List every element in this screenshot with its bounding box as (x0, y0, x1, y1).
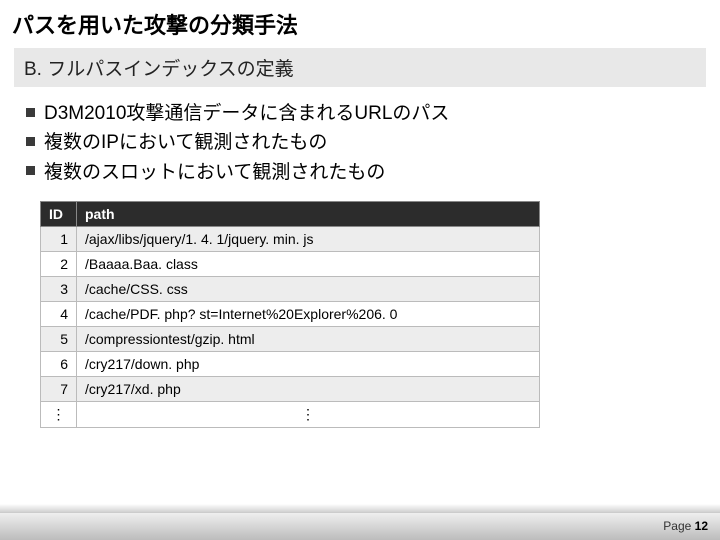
col-header-path: path (77, 202, 540, 227)
cell-path: /cry217/down. php (77, 352, 540, 377)
section-heading-wrap: B. フルパスインデックスの定義 (0, 48, 720, 87)
footer-shadow (0, 504, 720, 512)
cell-path: /ajax/libs/jquery/1. 4. 1/jquery. min. j… (77, 227, 540, 252)
bullet-item: 複数のIPにおいて観測されたもの (26, 128, 700, 157)
table-row-ellipsis: ⋮ ⋮ (41, 402, 540, 428)
cell-id: 7 (41, 377, 77, 402)
footer-bar: Page 12 (0, 512, 720, 540)
bullet-item: 複数のスロットにおいて観測されたもの (26, 158, 700, 187)
table-row: 7 /cry217/xd. php (41, 377, 540, 402)
table-row: 5 /compressiontest/gzip. html (41, 327, 540, 352)
table-row: 4 /cache/PDF. php? st=Internet%20Explore… (41, 302, 540, 327)
slide-title: パスを用いた攻撃の分類手法 (0, 0, 720, 46)
path-table-wrap: ID path 1 /ajax/libs/jquery/1. 4. 1/jque… (40, 201, 540, 428)
bullet-list: D3M2010攻撃通信データに含まれるURLのパス 複数のIPにおいて観測された… (0, 87, 720, 187)
cell-path: /cache/PDF. php? st=Internet%20Explorer%… (77, 302, 540, 327)
cell-id: 4 (41, 302, 77, 327)
cell-ellipsis-id: ⋮ (41, 402, 77, 428)
table-header-row: ID path (41, 202, 540, 227)
cell-id: 3 (41, 277, 77, 302)
cell-id: 1 (41, 227, 77, 252)
path-table: ID path 1 /ajax/libs/jquery/1. 4. 1/jque… (40, 201, 540, 428)
section-heading: B. フルパスインデックスの定義 (14, 48, 706, 87)
table-row: 6 /cry217/down. php (41, 352, 540, 377)
cell-path: /cry217/xd. php (77, 377, 540, 402)
col-header-id: ID (41, 202, 77, 227)
table-row: 2 /Baaaa.Baa. class (41, 252, 540, 277)
page-label: Page (663, 519, 694, 533)
bullet-item: D3M2010攻撃通信データに含まれるURLのパス (26, 99, 700, 128)
cell-path: /cache/CSS. css (77, 277, 540, 302)
cell-path: /Baaaa.Baa. class (77, 252, 540, 277)
cell-id: 5 (41, 327, 77, 352)
cell-path: /compressiontest/gzip. html (77, 327, 540, 352)
cell-id: 6 (41, 352, 77, 377)
table-row: 3 /cache/CSS. css (41, 277, 540, 302)
cell-ellipsis-path: ⋮ (77, 402, 540, 428)
page-number-value: 12 (695, 519, 708, 533)
table-row: 1 /ajax/libs/jquery/1. 4. 1/jquery. min.… (41, 227, 540, 252)
cell-id: 2 (41, 252, 77, 277)
page-number: Page 12 (663, 519, 708, 533)
